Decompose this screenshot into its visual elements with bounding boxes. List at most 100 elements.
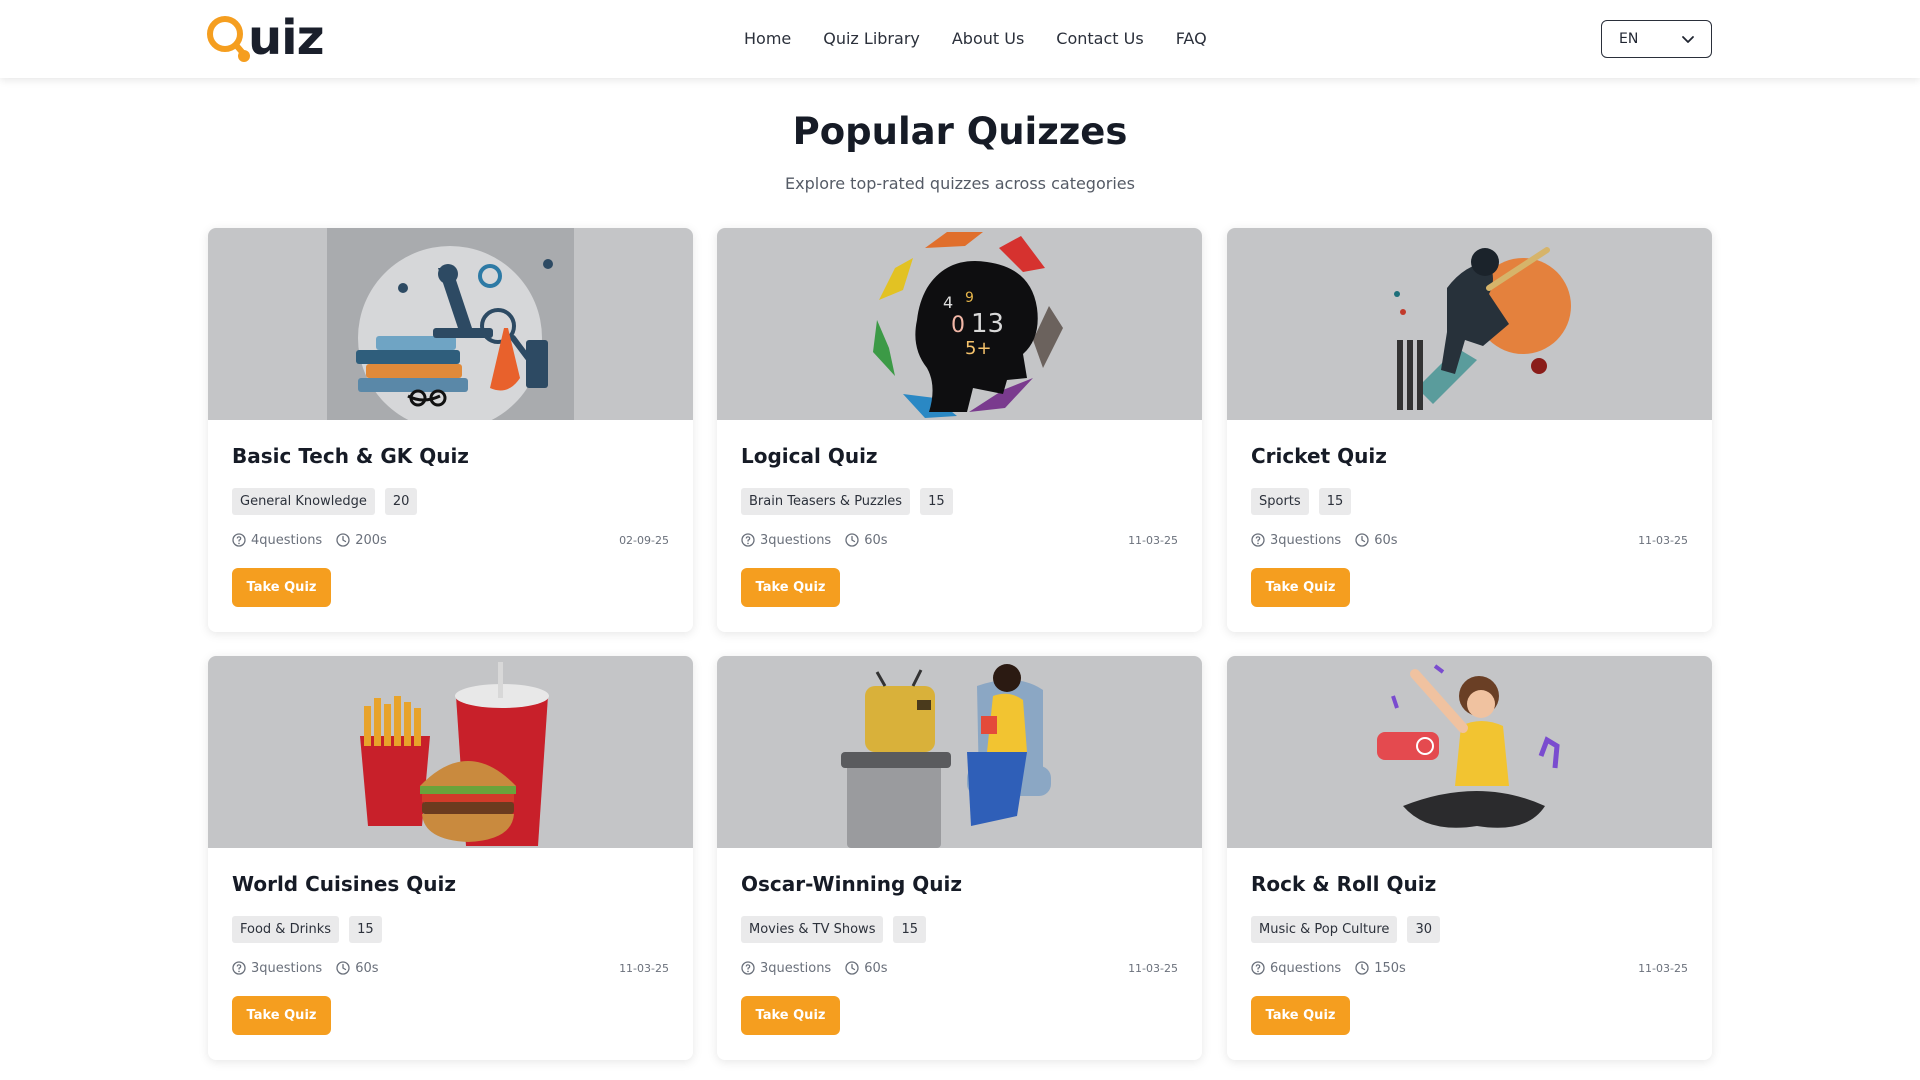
quiz-card: Oscar-Winning Quiz Movies & TV Shows 15 … — [717, 656, 1202, 1060]
time-label: 60s — [864, 532, 888, 548]
logo-text: uiz — [248, 10, 325, 66]
quiz-card-title: Basic Tech & GK Quiz — [232, 444, 469, 468]
take-quiz-button[interactable]: Take Quiz — [741, 568, 840, 607]
time-limit: 60s — [1355, 532, 1398, 548]
questions-count: 3questions — [741, 533, 831, 548]
time-label: 60s — [1374, 532, 1398, 548]
questions-label: 3questions — [1270, 532, 1342, 548]
svg-text:0: 0 — [951, 313, 965, 338]
quiz-card-image — [1227, 656, 1712, 848]
quiz-card-meta: 3questions 60s 11-03-25 — [232, 957, 669, 979]
head-numbers-illustration-icon: 4 9 0 13 5+ — [873, 232, 1063, 418]
svg-text:9: 9 — [965, 290, 974, 306]
quiz-card-meta: 3questions 60s 11-03-25 — [741, 529, 1178, 551]
quiz-card-tags: Food & Drinks 15 — [232, 916, 382, 943]
questions-count: 3questions — [1251, 533, 1341, 548]
main-nav: Home Quiz Library About Us Contact Us FA… — [744, 22, 1239, 56]
quiz-date: 11-03-25 — [1638, 961, 1688, 975]
quiz-date: 11-03-25 — [1128, 961, 1178, 975]
clock-icon — [1355, 961, 1369, 975]
take-quiz-button[interactable]: Take Quiz — [1251, 996, 1350, 1035]
quiz-card-title: Rock & Roll Quiz — [1251, 872, 1437, 896]
person-listening-music-illustration-icon — [1377, 664, 1560, 828]
quiz-card-image — [208, 228, 693, 420]
quiz-card-title: Oscar-Winning Quiz — [741, 872, 963, 896]
quiz-card-image — [717, 656, 1202, 848]
quiz-card: Rock & Roll Quiz Music & Pop Culture 30 … — [1227, 656, 1712, 1060]
quiz-card-meta: 3questions 60s 11-03-25 — [741, 957, 1178, 979]
category-badge: Brain Teasers & Puzzles — [741, 488, 911, 515]
time-label: 60s — [864, 960, 888, 976]
time-label: 60s — [355, 960, 379, 976]
quiz-date: 02-09-25 — [619, 533, 669, 547]
question-circle-icon — [1251, 533, 1265, 547]
nav-home[interactable]: Home — [744, 22, 791, 56]
category-badge: Food & Drinks — [232, 916, 340, 943]
questions-label: 6questions — [1270, 960, 1342, 976]
quiz-card: Cricket Quiz Sports 15 3questions 60s 11… — [1227, 228, 1712, 632]
questions-count: 3questions — [232, 961, 322, 976]
time-label: 150s — [1374, 960, 1406, 976]
site-header: uiz Home Quiz Library About Us Contact U… — [0, 0, 1920, 78]
category-badge: Movies & TV Shows — [741, 916, 884, 943]
time-limit: 60s — [845, 960, 888, 976]
nav-contact-us[interactable]: Contact Us — [1056, 22, 1143, 56]
clock-icon — [336, 533, 350, 547]
category-badge: General Knowledge — [232, 488, 375, 515]
svg-text:4: 4 — [943, 293, 953, 312]
logo-magnifier-icon — [207, 16, 250, 62]
questions-label: 3questions — [760, 960, 832, 976]
time-limit: 200s — [336, 533, 387, 548]
quiz-date: 11-03-25 — [619, 961, 669, 975]
quiz-card-meta: 3questions 60s 11-03-25 — [1251, 529, 1688, 551]
questions-label: 4questions — [251, 532, 323, 548]
svg-text:5+: 5+ — [965, 338, 992, 359]
nav-quiz-library[interactable]: Quiz Library — [823, 22, 920, 56]
points-badge: 15 — [1318, 488, 1352, 515]
science-tech-illustration-icon — [327, 228, 574, 420]
quiz-card: 4 9 0 13 5+ Logical Quiz Brain Teasers &… — [717, 228, 1202, 632]
category-badge: Music & Pop Culture — [1251, 916, 1398, 943]
quiz-card-tags: Movies & TV Shows 15 — [741, 916, 927, 943]
question-circle-icon — [741, 961, 755, 975]
questions-count: 6questions — [1251, 961, 1341, 976]
quiz-card-meta: 6questions 150s 11-03-25 — [1251, 957, 1688, 979]
time-label: 200s — [355, 532, 387, 548]
question-circle-icon — [1251, 961, 1265, 975]
cricket-batsman-illustration-icon — [1394, 247, 1571, 410]
nav-faq[interactable]: FAQ — [1176, 22, 1207, 56]
quiz-logo[interactable]: uiz — [206, 10, 325, 66]
take-quiz-button[interactable]: Take Quiz — [232, 996, 331, 1035]
quiz-card: Basic Tech & GK Quiz General Knowledge 2… — [208, 228, 693, 632]
question-circle-icon — [232, 961, 246, 975]
questions-count: 3questions — [741, 961, 831, 976]
take-quiz-button[interactable]: Take Quiz — [232, 568, 331, 607]
quiz-card-tags: General Knowledge 20 — [232, 488, 418, 515]
time-limit: 60s — [336, 960, 379, 976]
quiz-card-image — [208, 656, 693, 848]
quiz-card-tags: Brain Teasers & Puzzles 15 — [741, 488, 953, 515]
questions-count: 4questions — [232, 533, 322, 548]
burger-fries-drink-illustration-icon — [360, 662, 549, 846]
clock-icon — [845, 961, 859, 975]
language-select[interactable]: EN — [1601, 20, 1712, 58]
clock-icon — [845, 533, 859, 547]
quiz-card-tags: Music & Pop Culture 30 — [1251, 916, 1440, 943]
quiz-card-image — [1227, 228, 1712, 420]
points-badge: 15 — [349, 916, 382, 943]
nav-about-us[interactable]: About Us — [952, 22, 1024, 56]
take-quiz-button[interactable]: Take Quiz — [1251, 568, 1350, 607]
page-subtitle: Explore top-rated quizzes across categor… — [785, 174, 1135, 193]
points-badge: 30 — [1407, 916, 1440, 943]
question-circle-icon — [741, 533, 755, 547]
svg-text:13: 13 — [971, 309, 1004, 339]
quiz-card: World Cuisines Quiz Food & Drinks 15 3qu… — [208, 656, 693, 1060]
points-badge: 20 — [384, 488, 418, 515]
chevron-down-icon — [1682, 36, 1694, 43]
questions-label: 3questions — [760, 532, 832, 548]
quiz-card-title: Logical Quiz — [741, 444, 878, 468]
quiz-card-title: Cricket Quiz — [1251, 444, 1387, 468]
quiz-date: 11-03-25 — [1128, 533, 1178, 547]
take-quiz-button[interactable]: Take Quiz — [741, 996, 840, 1035]
page-title: Popular Quizzes — [792, 110, 1128, 153]
